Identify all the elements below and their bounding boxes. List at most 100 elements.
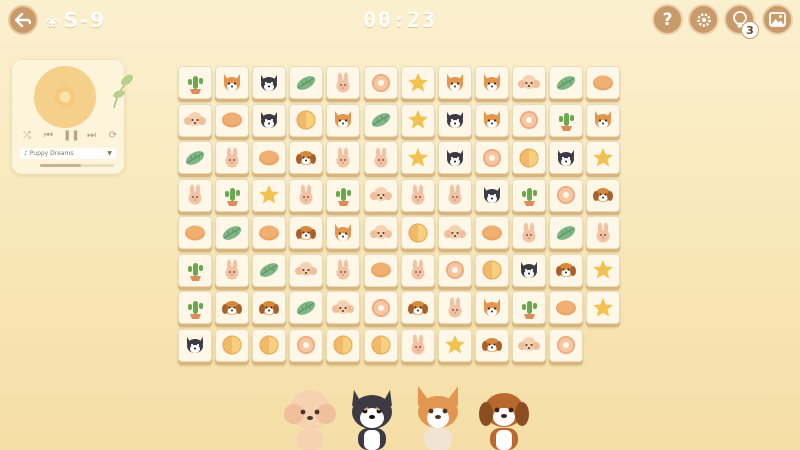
tile-shiba[interactable] xyxy=(549,253,583,287)
tile-bunny[interactable] xyxy=(400,253,435,287)
song-progress-bar[interactable] xyxy=(40,164,114,167)
tile-cookie[interactable] xyxy=(252,141,287,174)
tile-orange[interactable] xyxy=(289,103,324,137)
tile-orange[interactable] xyxy=(326,328,361,362)
tile-star[interactable] xyxy=(400,141,435,174)
tile-cactus[interactable] xyxy=(549,103,583,137)
tile-shiba[interactable] xyxy=(289,216,324,249)
tile-husky[interactable] xyxy=(549,141,583,174)
tile-corgi[interactable] xyxy=(215,66,250,99)
tile-star[interactable] xyxy=(586,253,621,287)
tile-corgi[interactable] xyxy=(326,216,361,249)
tile-donut[interactable] xyxy=(363,66,398,99)
tile-bunny[interactable] xyxy=(400,178,435,212)
tile-star[interactable] xyxy=(586,141,621,174)
tile-leaf[interactable] xyxy=(289,291,324,324)
tile-shiba[interactable] xyxy=(400,291,435,324)
tile-donut[interactable] xyxy=(511,103,546,137)
tile-husky[interactable] xyxy=(252,66,287,99)
song-select[interactable]: ♪ Puppy Dreams ▼ xyxy=(20,148,116,159)
tile-bunny[interactable] xyxy=(400,328,435,362)
tile-star[interactable] xyxy=(400,66,435,99)
tile-bunny[interactable] xyxy=(326,141,361,174)
tile-cactus[interactable] xyxy=(511,291,546,324)
tile-poodle[interactable] xyxy=(326,291,361,324)
tile-corgi[interactable] xyxy=(474,291,509,324)
tile-bunny[interactable] xyxy=(363,141,398,174)
tile-bunny[interactable] xyxy=(586,216,621,249)
tile-star[interactable] xyxy=(586,291,621,324)
tile-cookie[interactable] xyxy=(586,66,621,99)
tile-orange[interactable] xyxy=(400,216,435,249)
tile-cookie[interactable] xyxy=(215,103,250,137)
tile-leaf[interactable] xyxy=(215,216,250,249)
tile-poodle[interactable] xyxy=(363,216,398,249)
tile-poodle[interactable] xyxy=(363,178,398,212)
tile-leaf[interactable] xyxy=(363,103,398,137)
tile-cactus[interactable] xyxy=(178,66,212,99)
tile-bunny[interactable] xyxy=(437,291,472,324)
tile-star[interactable] xyxy=(437,328,472,362)
help-button[interactable]: ? xyxy=(652,4,683,35)
shuffle-icon[interactable]: ⤮ xyxy=(20,130,34,142)
tile-husky[interactable] xyxy=(474,178,509,212)
tile-shiba[interactable] xyxy=(252,291,287,324)
tile-corgi[interactable] xyxy=(326,103,361,137)
tile-shiba[interactable] xyxy=(586,178,621,212)
tile-bunny[interactable] xyxy=(437,178,472,212)
tile-shiba[interactable] xyxy=(289,141,324,174)
tile-leaf[interactable] xyxy=(178,141,212,174)
tile-leaf[interactable] xyxy=(549,66,583,99)
hint-button[interactable]: 3 xyxy=(724,4,759,39)
tile-poodle[interactable] xyxy=(511,328,546,362)
tile-leaf[interactable] xyxy=(549,216,583,249)
tile-bunny[interactable] xyxy=(326,66,361,99)
tile-cookie[interactable] xyxy=(363,253,398,287)
pause-icon[interactable]: ❚❚ xyxy=(63,130,80,142)
previous-track-icon[interactable]: ⏮ xyxy=(42,130,56,142)
tile-poodle[interactable] xyxy=(437,216,472,249)
tile-cookie[interactable] xyxy=(178,216,212,249)
gallery-button[interactable] xyxy=(762,4,793,35)
tile-corgi[interactable] xyxy=(586,103,621,137)
tile-husky[interactable] xyxy=(437,141,472,174)
tile-leaf[interactable] xyxy=(252,253,287,287)
tile-husky[interactable] xyxy=(437,103,472,137)
tile-orange[interactable] xyxy=(511,141,546,174)
tile-cactus[interactable] xyxy=(178,291,212,324)
repeat-icon[interactable]: ⟳ xyxy=(106,130,120,142)
tile-orange[interactable] xyxy=(363,328,398,362)
tile-cactus[interactable] xyxy=(215,178,250,212)
tile-shiba[interactable] xyxy=(215,291,250,324)
tile-corgi[interactable] xyxy=(474,103,509,137)
tile-cookie[interactable] xyxy=(252,216,287,249)
tile-poodle[interactable] xyxy=(178,103,212,137)
settings-button[interactable] xyxy=(688,4,719,35)
tile-leaf[interactable] xyxy=(289,66,324,99)
tile-donut[interactable] xyxy=(549,328,583,362)
tile-orange[interactable] xyxy=(252,328,287,362)
tile-husky[interactable] xyxy=(252,103,287,137)
tile-donut[interactable] xyxy=(549,178,583,212)
tile-star[interactable] xyxy=(400,103,435,137)
tile-bunny[interactable] xyxy=(289,178,324,212)
tile-cookie[interactable] xyxy=(474,216,509,249)
tile-bunny[interactable] xyxy=(326,253,361,287)
tile-star[interactable] xyxy=(252,178,287,212)
tile-cookie[interactable] xyxy=(549,291,583,324)
tile-poodle[interactable] xyxy=(289,253,324,287)
tile-poodle[interactable] xyxy=(511,66,546,99)
tile-donut[interactable] xyxy=(363,291,398,324)
tile-corgi[interactable] xyxy=(437,66,472,99)
tile-shiba[interactable] xyxy=(474,328,509,362)
tile-bunny[interactable] xyxy=(215,253,250,287)
tile-cactus[interactable] xyxy=(326,178,361,212)
tile-cactus[interactable] xyxy=(178,253,212,287)
tile-orange[interactable] xyxy=(215,328,250,362)
tile-donut[interactable] xyxy=(289,328,324,362)
tile-bunny[interactable] xyxy=(178,178,212,212)
tile-cactus[interactable] xyxy=(511,178,546,212)
tile-bunny[interactable] xyxy=(511,216,546,249)
tile-corgi[interactable] xyxy=(474,66,509,99)
tile-husky[interactable] xyxy=(178,328,212,362)
